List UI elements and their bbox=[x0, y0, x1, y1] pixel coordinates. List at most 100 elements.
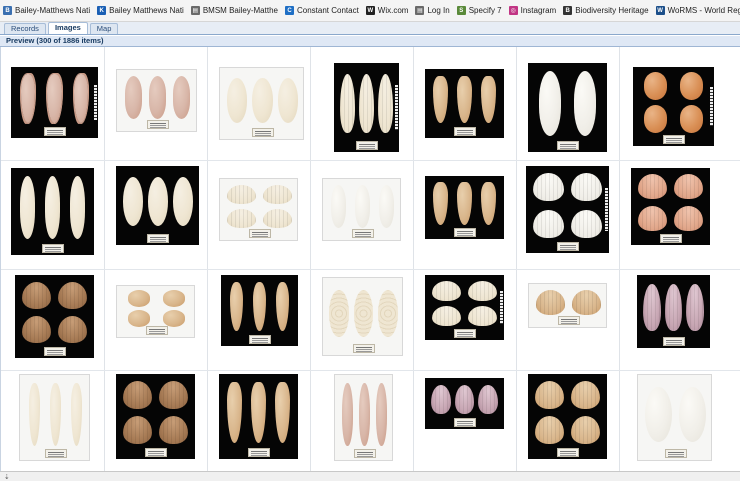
bookmark-item[interactable]: K Bailey Matthews Nati bbox=[97, 6, 184, 15]
shell-specimen bbox=[73, 73, 89, 123]
specimen-photo[interactable] bbox=[116, 69, 197, 132]
image-thumbnail-cell[interactable] bbox=[1, 47, 104, 160]
specimen-label bbox=[44, 449, 67, 458]
shell-specimen bbox=[359, 383, 370, 446]
specimen-photo[interactable] bbox=[219, 178, 298, 241]
image-thumbnail-cell[interactable] bbox=[310, 47, 413, 160]
image-thumbnail-cell[interactable] bbox=[413, 47, 516, 160]
shell-specimen bbox=[44, 176, 61, 239]
image-thumbnail-cell[interactable] bbox=[104, 370, 207, 471]
specimen-photo[interactable] bbox=[19, 374, 90, 461]
specimen-label bbox=[557, 316, 580, 325]
image-thumbnail-cell[interactable] bbox=[207, 269, 310, 370]
image-thumbnail-cell[interactable] bbox=[516, 47, 619, 160]
image-grid bbox=[0, 47, 740, 471]
image-thumbnail-cell[interactable] bbox=[207, 160, 310, 269]
bookmark-item[interactable]: S Specify 7 bbox=[456, 6, 502, 15]
image-thumbnail-cell[interactable] bbox=[619, 47, 722, 160]
image-thumbnail-cell[interactable] bbox=[207, 370, 310, 471]
specimen-photo[interactable] bbox=[11, 168, 94, 255]
specimen-photo[interactable] bbox=[425, 176, 504, 239]
bookmark-item[interactable]: C Constant Contact bbox=[284, 6, 359, 15]
specimen-photo[interactable] bbox=[528, 374, 607, 459]
specimen-photo[interactable] bbox=[425, 69, 504, 138]
specimen-photo[interactable] bbox=[637, 275, 710, 348]
specimen-label bbox=[453, 418, 476, 427]
shell-specimen bbox=[158, 380, 188, 409]
shell-specimen bbox=[253, 281, 266, 331]
specimen-label bbox=[41, 244, 64, 253]
image-thumbnail-cell[interactable] bbox=[104, 47, 207, 160]
tab-map[interactable]: Map bbox=[89, 23, 119, 34]
tab-records[interactable]: Records bbox=[4, 23, 46, 34]
image-thumbnail-cell[interactable] bbox=[1, 370, 104, 471]
bookmark-label: BMSM Bailey-Matthe bbox=[202, 6, 278, 15]
specimen-photo[interactable] bbox=[221, 275, 298, 346]
bookmark-item[interactable]: W Wix.com bbox=[365, 6, 408, 15]
shell-specimen bbox=[123, 380, 153, 409]
specimen-photo[interactable] bbox=[219, 67, 304, 140]
image-thumbnail-cell[interactable] bbox=[104, 160, 207, 269]
shell-specimen bbox=[638, 174, 668, 200]
image-thumbnail-cell[interactable] bbox=[310, 370, 413, 471]
specimen-label bbox=[353, 449, 376, 458]
bookmark-item[interactable]: B Biodiversity Heritage bbox=[563, 6, 649, 15]
specimen-photo[interactable] bbox=[334, 374, 393, 461]
bookmark-item[interactable]: W WoRMS - World Regi bbox=[655, 6, 740, 15]
doc-icon: ▤ bbox=[190, 6, 200, 15]
bookmark-item[interactable]: ▤ Log In bbox=[415, 6, 450, 15]
image-thumbnail-cell[interactable] bbox=[413, 370, 516, 471]
bookmark-item[interactable]: B Bailey-Matthews Nati bbox=[3, 6, 90, 15]
shell-specimen bbox=[377, 74, 394, 133]
shell-specimen bbox=[574, 71, 597, 136]
bookmark-label: Biodiversity Heritage bbox=[575, 6, 649, 15]
specimen-photo[interactable] bbox=[116, 374, 195, 459]
specimen-label bbox=[247, 448, 270, 457]
specimen-photo[interactable] bbox=[15, 275, 94, 358]
specimen-photo[interactable] bbox=[526, 166, 609, 253]
specimen-photo[interactable] bbox=[322, 178, 401, 241]
specimen-photo[interactable] bbox=[334, 63, 399, 152]
image-thumbnail-cell[interactable] bbox=[207, 47, 310, 160]
image-thumbnail-cell[interactable] bbox=[516, 370, 619, 471]
tab-images[interactable]: Images bbox=[47, 22, 88, 34]
image-thumbnail-cell[interactable] bbox=[516, 160, 619, 269]
bookmark-item[interactable]: ◎ Instagram bbox=[508, 6, 556, 15]
wix-icon: W bbox=[365, 6, 375, 15]
shell-specimen bbox=[457, 75, 472, 124]
bookmark-label: Specify 7 bbox=[468, 6, 502, 15]
specimen-photo[interactable] bbox=[219, 374, 298, 459]
specimen-photo[interactable] bbox=[631, 168, 710, 245]
image-thumbnail-cell[interactable] bbox=[619, 160, 722, 269]
specimen-photo[interactable] bbox=[637, 374, 712, 461]
image-thumbnail-cell[interactable] bbox=[310, 160, 413, 269]
image-thumbnail-cell[interactable] bbox=[413, 269, 516, 370]
image-thumbnail-cell[interactable] bbox=[619, 269, 722, 370]
specimen-photo[interactable] bbox=[633, 67, 714, 146]
specimen-photo[interactable] bbox=[528, 283, 607, 328]
shell-specimen bbox=[533, 173, 565, 202]
shell-specimen bbox=[480, 182, 496, 225]
image-thumbnail-cell[interactable] bbox=[619, 370, 722, 471]
shell-specimen bbox=[664, 284, 683, 331]
specimen-photo[interactable] bbox=[322, 277, 403, 356]
image-thumbnail-cell[interactable] bbox=[413, 160, 516, 269]
image-thumbnail-cell[interactable] bbox=[104, 269, 207, 370]
shell-specimen bbox=[643, 104, 667, 133]
image-thumbnail-cell[interactable] bbox=[310, 269, 413, 370]
specimen-photo[interactable] bbox=[116, 166, 199, 245]
shell-specimen bbox=[49, 383, 62, 446]
image-thumbnail-cell[interactable] bbox=[1, 269, 104, 370]
specimen-photo[interactable] bbox=[11, 67, 98, 138]
shell-specimen bbox=[571, 290, 601, 315]
specimen-photo[interactable] bbox=[425, 275, 504, 340]
bhl-icon: B bbox=[563, 6, 573, 15]
image-thumbnail-cell[interactable] bbox=[516, 269, 619, 370]
bookmark-item[interactable]: ▤ BMSM Bailey-Matthe bbox=[190, 6, 278, 15]
shell-specimen bbox=[147, 177, 168, 226]
specimen-photo[interactable] bbox=[528, 63, 607, 152]
image-thumbnail-cell[interactable] bbox=[1, 160, 104, 269]
shell-specimen bbox=[276, 281, 289, 331]
specimen-photo[interactable] bbox=[425, 378, 504, 429]
specimen-photo[interactable] bbox=[116, 285, 195, 338]
